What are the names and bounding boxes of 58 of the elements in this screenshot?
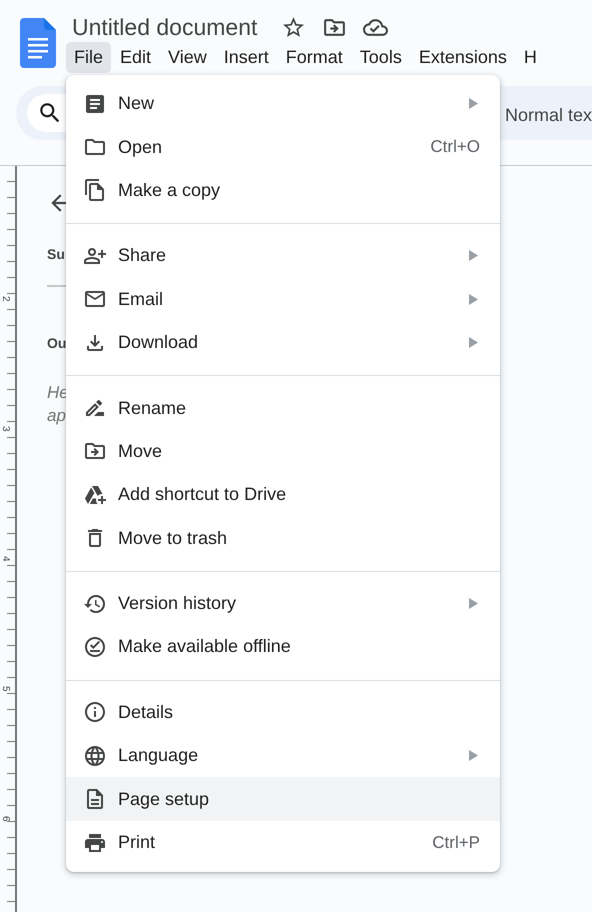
menu-item[interactable]: Open Ctrl+O	[66, 125, 500, 169]
shortcut-text: Ctrl+O	[430, 137, 480, 158]
ruler-number: 3	[0, 426, 12, 434]
menu-bar-item[interactable]: H	[516, 42, 545, 73]
menu-item[interactable]: Download	[66, 320, 500, 364]
ruler-number: 2	[0, 296, 12, 304]
menu-item[interactable]: Share	[66, 234, 500, 278]
menu-bar-item[interactable]: Insert	[216, 42, 277, 73]
menu-bar-item[interactable]: Format	[278, 42, 351, 73]
menu-item[interactable]: New	[66, 82, 500, 126]
menu-item[interactable]: Email	[66, 278, 500, 321]
menu-item-label: Language	[118, 745, 198, 766]
menu-item-label: Rename	[118, 398, 186, 419]
style-select[interactable]: Normal tex	[504, 100, 592, 126]
menu-item-label: Move	[118, 440, 162, 462]
menu-bar-item[interactable]: View	[160, 42, 215, 73]
menu-item-label: Version history	[118, 593, 236, 614]
info-icon	[83, 700, 107, 724]
menu-bar-item[interactable]: Edit	[112, 42, 160, 73]
menu-item[interactable]: Version history	[66, 582, 500, 626]
outline-hint-text: ap	[47, 405, 67, 427]
menu-item-label: Email	[118, 288, 164, 310]
menu-item-label: Make available offline	[118, 636, 291, 658]
menu-bar-item[interactable]: Tools	[352, 42, 410, 73]
menu-item[interactable]: Rename	[66, 386, 500, 430]
star-icon[interactable]	[281, 15, 306, 40]
ruler-number: 6	[0, 816, 12, 824]
menu-item-label: Open	[118, 136, 162, 158]
menu-item[interactable]: Move to trash	[66, 516, 500, 560]
shortcut-text: Ctrl+P	[432, 832, 480, 853]
ruler-number: 5	[0, 686, 12, 694]
menu-item-label: Share	[118, 245, 166, 266]
summary-label: Su	[47, 246, 66, 262]
menu-bar-item[interactable]: Extensions	[410, 42, 515, 73]
docs-logo-icon[interactable]	[20, 18, 56, 68]
menu-item[interactable]: Details	[66, 690, 500, 734]
copy-icon	[83, 178, 107, 202]
menu-item-label: Print	[118, 832, 156, 854]
menu-item[interactable]: Move	[66, 430, 500, 474]
offline-check-icon	[83, 634, 107, 659]
outline-label: Ou	[47, 335, 68, 351]
menu-item-label: Download	[118, 332, 198, 354]
menu-item-label: Make a copy	[118, 180, 220, 201]
menu-item[interactable]: Add shortcut to Drive	[66, 473, 500, 517]
menu-bar-item[interactable]: File	[66, 42, 112, 73]
menu-item-label: New	[118, 93, 154, 114]
menu-item[interactable]: Language	[66, 734, 500, 778]
document-title[interactable]: Untitled document	[72, 14, 258, 41]
menu-item[interactable]: Print Ctrl+P	[66, 820, 500, 864]
menu-item-label: Page setup	[118, 788, 210, 810]
menu-item[interactable]: Make a copy	[66, 168, 500, 212]
menu-item[interactable]: Make available offline	[66, 625, 500, 669]
menu-item-label: Move to trash	[118, 528, 228, 549]
menu-item-label: Details	[118, 702, 174, 723]
globe-icon	[83, 744, 107, 768]
menu-item[interactable]: Page setup	[66, 777, 500, 821]
menu-item-label: Add shortcut to Drive	[118, 484, 286, 506]
ruler-number: 4	[0, 556, 12, 564]
